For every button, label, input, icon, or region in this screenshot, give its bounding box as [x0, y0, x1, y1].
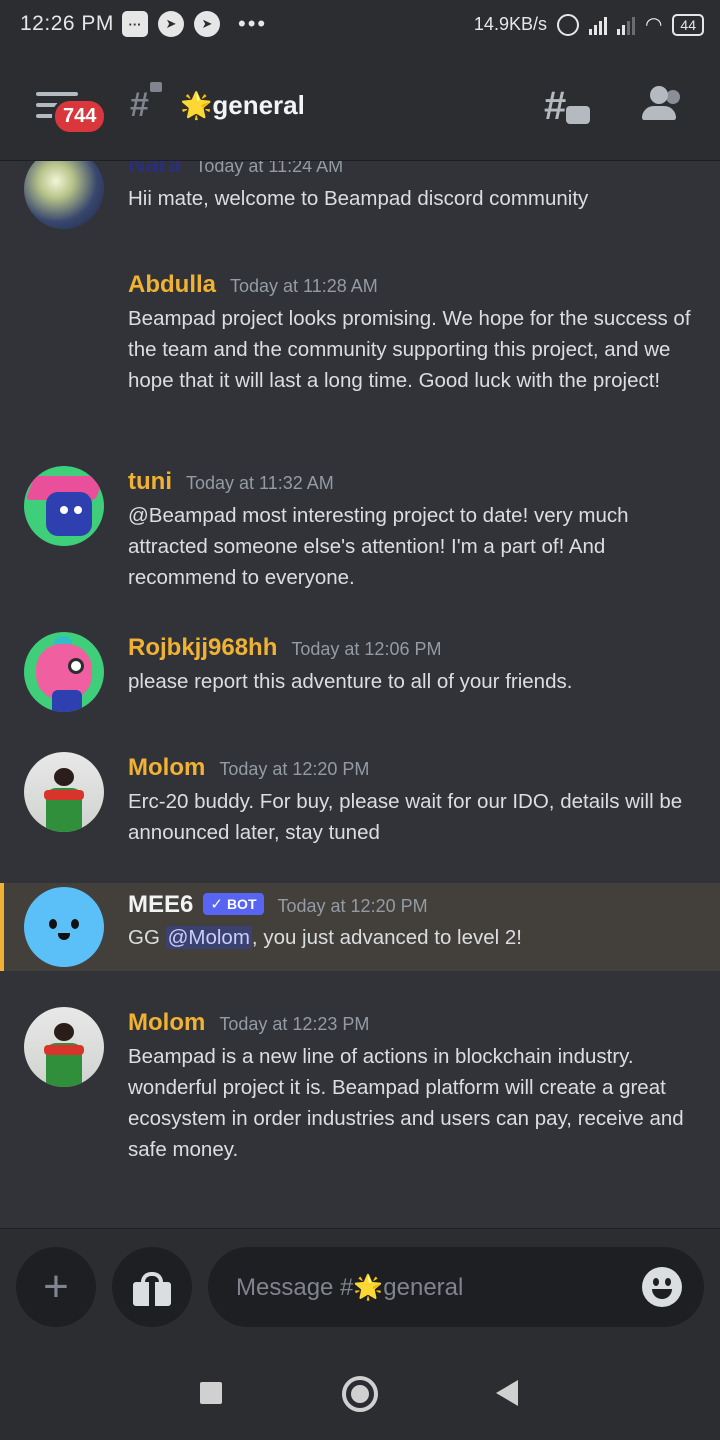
avatar[interactable]: [24, 466, 104, 546]
message-author[interactable]: Abdulla Today at 11:28 AM: [128, 271, 378, 299]
message-timestamp: Today at 12:23 PM: [219, 1014, 370, 1034]
recents-button[interactable]: [200, 1382, 222, 1404]
message-author[interactable]: Molom Today at 12:23 PM: [128, 1009, 369, 1037]
more-notifications-icon: •••: [238, 11, 268, 36]
message-input[interactable]: [234, 1247, 628, 1329]
message-item[interactable]: tuni Today at 11:32 AM @Beampad most inte…: [0, 466, 720, 589]
unread-badge: 744: [52, 98, 108, 135]
channel-title[interactable]: 🌟general: [180, 90, 305, 121]
message-text: please report this adventure to all of y…: [128, 670, 573, 693]
locked-channel-icon: #: [130, 86, 149, 124]
message-text: Beampad is a new line of actions in bloc…: [128, 1045, 684, 1161]
battery-icon: 44: [672, 13, 704, 36]
message-timestamp: Today at 11:24 AM: [195, 161, 344, 176]
check-icon: ✓: [210, 896, 223, 913]
home-button[interactable]: [342, 1376, 378, 1412]
channel-name: general: [212, 90, 305, 120]
channel-header: 744 # 🌟general #: [0, 50, 720, 161]
signal-icon-2: [616, 15, 635, 35]
message-text: @Beampad most interesting project to dat…: [128, 504, 629, 589]
message-notification-icon: ···: [122, 11, 148, 37]
back-button[interactable]: [496, 1380, 518, 1406]
avatar[interactable]: [24, 1007, 104, 1087]
system-nav-bar: [0, 1348, 720, 1440]
message-author[interactable]: Molom Today at 12:20 PM: [128, 754, 369, 782]
wifi-icon: ◠: [644, 14, 663, 36]
message-text: Erc-20 buddy. For buy, please wait for o…: [128, 790, 683, 844]
avatar[interactable]: [24, 887, 104, 967]
lock-icon: [150, 82, 162, 92]
message-author[interactable]: Rojbkjj968hh Today at 12:06 PM: [128, 634, 441, 662]
avatar[interactable]: [24, 632, 104, 712]
message-author[interactable]: Nara Today at 11:24 AM: [128, 161, 343, 179]
telegram-icon: ➤: [158, 11, 184, 37]
message-timestamp: Today at 12:20 PM: [277, 896, 428, 916]
composer-bar: +: [0, 1228, 720, 1349]
status-bar: 12:26 PM ··· ➤ ➤ ••• 14.9KB/s ◠ 44: [0, 0, 720, 50]
message-item[interactable]: Molom Today at 12:20 PM Erc-20 buddy. For…: [0, 752, 720, 844]
avatar[interactable]: [24, 752, 104, 832]
message-text: GG @Molom, you just advanced to level 2!: [128, 926, 523, 949]
message-text: Hii mate, welcome to Beampad discord com…: [128, 187, 589, 210]
add-attachment-button[interactable]: +: [16, 1247, 96, 1327]
notification-icons: ··· ➤ ➤ •••: [122, 11, 267, 37]
channel-emoji: 🌟: [180, 90, 213, 120]
members-icon[interactable]: [640, 86, 682, 122]
net-speed: 14.9KB/s: [473, 14, 547, 34]
message-item[interactable]: Nara Today at 11:24 AM Hii mate, welcome …: [0, 161, 720, 241]
message-text: Beampad project looks promising. We hope…: [128, 307, 691, 392]
message-item[interactable]: Rojbkjj968hh Today at 12:06 PM please rep…: [0, 632, 720, 714]
status-time: 12:26 PM: [20, 12, 114, 35]
plus-icon: +: [43, 1262, 69, 1311]
message-timestamp: Today at 12:06 PM: [291, 639, 442, 659]
message-timestamp: Today at 12:20 PM: [219, 759, 370, 779]
emoji-icon[interactable]: [642, 1267, 682, 1307]
bot-badge: ✓ BOT: [203, 893, 264, 915]
message-timestamp: Today at 11:32 AM: [185, 473, 334, 493]
message-author[interactable]: tuni Today at 11:32 AM: [128, 468, 334, 496]
message-item[interactable]: Molom Today at 12:23 PM Beampad is a new …: [0, 1007, 720, 1169]
message-author[interactable]: MEE6 ✓ BOT Today at 12:20 PM: [128, 891, 428, 919]
user-mention[interactable]: @Molom: [165, 926, 252, 949]
avatar[interactable]: [24, 161, 104, 229]
message-field[interactable]: [208, 1247, 704, 1329]
status-right: 14.9KB/s ◠ 44: [474, 12, 704, 37]
signal-icon: [588, 15, 607, 35]
message-timestamp: Today at 11:28 AM: [230, 276, 378, 296]
threads-icon[interactable]: #: [544, 84, 590, 129]
message-list[interactable]: Nara Today at 11:24 AM Hii mate, welcome …: [0, 161, 720, 1227]
message-item[interactable]: Abdulla Today at 11:28 AM Beampad project…: [0, 271, 720, 421]
alarm-icon: [556, 13, 579, 36]
gift-button[interactable]: [112, 1247, 192, 1327]
gift-icon: [133, 1272, 171, 1306]
message-item-highlighted[interactable]: MEE6 ✓ BOT Today at 12:20 PM GG @Molom, you…: [0, 883, 720, 971]
telegram-icon-2: ➤: [194, 11, 220, 37]
